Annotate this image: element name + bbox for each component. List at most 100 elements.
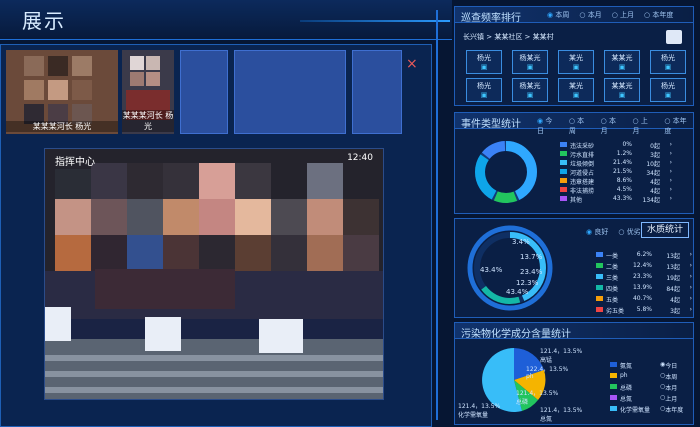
water-count: 4起 xyxy=(670,297,680,304)
empty-video-slot-1[interactable] xyxy=(180,50,228,134)
event-row-7[interactable]: 其他 43.3% 134起 › xyxy=(560,195,672,204)
camera-icon: ▣ xyxy=(664,91,672,99)
header-decoration xyxy=(300,20,450,22)
chevron-right-icon: › xyxy=(669,141,672,148)
empty-video-slot-3[interactable] xyxy=(352,50,402,134)
camera-button-2[interactable]: 杨某光 ▣ xyxy=(512,50,548,74)
camera-button-8[interactable]: 某光 ▣ xyxy=(558,78,594,102)
camera-button-6[interactable]: 杨光 ▣ xyxy=(466,78,502,102)
camera-button-10[interactable]: 杨光 ▣ xyxy=(650,78,686,102)
water-radio-0[interactable]: 良好 xyxy=(586,227,608,237)
water-quality-button[interactable]: 水质统计 xyxy=(641,222,689,238)
legend-swatch xyxy=(596,285,603,290)
water-radio-1[interactable]: 优劣 xyxy=(618,227,641,237)
event-row-5[interactable]: 违章搭建 8.6% 4起 › xyxy=(560,177,672,186)
chevron-right-icon: › xyxy=(669,159,672,166)
camera-1-name: 杨光 xyxy=(477,54,491,62)
ring-label-2: 13.7% xyxy=(520,253,543,261)
pollutant-legend-5[interactable]: 化学需氧量 ○ 本年度 xyxy=(610,405,683,414)
event-name: 违章搭建 xyxy=(570,179,595,186)
events-tab-1[interactable]: 本周 xyxy=(569,116,591,136)
ring-label-5: 43.4% xyxy=(480,266,503,274)
legend-swatch xyxy=(596,274,603,279)
legend-swatch xyxy=(560,187,567,192)
camera-icon: ▣ xyxy=(618,91,626,99)
events-tab-0[interactable]: 今日 xyxy=(537,116,559,136)
pollutant-radio-label: 今日 xyxy=(665,363,678,370)
pie-value: 121.4，13.5% xyxy=(458,403,501,410)
pollutant-name: 总磷 xyxy=(620,385,633,392)
pollutant-name: 氨氮 xyxy=(620,363,633,370)
water-row-5[interactable]: 五类 40.7% 4起 › xyxy=(596,295,692,304)
legend-swatch xyxy=(560,196,567,201)
legend-swatch xyxy=(560,160,567,165)
camera-button-9[interactable]: 某某光 ▣ xyxy=(604,78,640,102)
water-row-6[interactable]: 劣五类 5.8% 3起 › xyxy=(596,306,692,315)
event-count: 4起 xyxy=(650,188,660,195)
event-row-1[interactable]: 违法采砂 0% 0起 › xyxy=(560,141,672,150)
camera-icon: ▣ xyxy=(526,91,534,99)
events-tab-3[interactable]: 上月 xyxy=(632,116,654,136)
event-row-4[interactable]: 河道侵占 21.5% 34起 › xyxy=(560,168,672,177)
pollutant-legend-4[interactable]: 总氮 ○ 上月 xyxy=(610,394,677,403)
pollutant-radio-label: 本月 xyxy=(665,385,678,392)
water-class: 四类 xyxy=(606,286,619,293)
water-class: 一类 xyxy=(606,253,619,260)
camera-button-1[interactable]: 杨光 ▣ xyxy=(466,50,502,74)
pollutant-name: ph xyxy=(620,372,628,379)
video-thumbnail-1[interactable]: 某某某河长 杨光 xyxy=(6,50,118,134)
event-pct: 1.2% xyxy=(616,150,632,157)
main-video-player[interactable]: 指挥中心 12:40 xyxy=(44,148,384,400)
top-header: 展示 xyxy=(0,0,452,40)
camera-icon: ▣ xyxy=(526,63,534,71)
water-row-1[interactable]: 一类 6.2% 13起 › xyxy=(596,251,692,260)
ring-label-3: 23.4% xyxy=(520,268,543,276)
event-name: 河道侵占 xyxy=(570,170,595,177)
event-row-2[interactable]: 污水直排 1.2% 3起 › xyxy=(560,150,672,159)
legend-swatch xyxy=(610,395,617,400)
events-tab-4[interactable]: 本年度 xyxy=(664,116,693,136)
patrol-tab-1[interactable]: 本月 xyxy=(579,10,602,20)
event-row-3[interactable]: 垃圾倾倒 21.4% 10起 › xyxy=(560,159,672,168)
video-thumbnail-2[interactable]: 某某某河长 杨光 xyxy=(122,50,174,134)
events-tab-2[interactable]: 本月 xyxy=(601,116,623,136)
empty-video-slot-2[interactable] xyxy=(234,50,346,134)
pollutant-legend-2[interactable]: ph ○ 本周 xyxy=(610,372,677,381)
water-row-2[interactable]: 二类 12.4% 13起 › xyxy=(596,262,692,271)
pollutant-radio-label: 本年度 xyxy=(665,407,684,414)
legend-swatch xyxy=(610,373,617,378)
event-count: 10起 xyxy=(646,161,660,168)
thumbnail-2-label: 某某某河长 杨光 xyxy=(122,110,174,132)
event-count: 134起 xyxy=(642,197,660,204)
pollutant-legend-3[interactable]: 总磷 ○ 本月 xyxy=(610,383,677,392)
water-row-4[interactable]: 四类 13.9% 84起 › xyxy=(596,284,692,293)
water-count: 13起 xyxy=(666,264,680,271)
thumbnail-1-label: 某某某河长 杨光 xyxy=(6,121,118,132)
water-count: 3起 xyxy=(670,308,680,315)
pollutant-legend-1[interactable]: 氨氮 ◉ 今日 xyxy=(610,361,677,370)
water-pct: 12.4% xyxy=(632,262,652,269)
patrol-tab-3[interactable]: 本年度 xyxy=(644,10,673,20)
pollutant-radio-label: 本周 xyxy=(665,374,678,381)
event-pct: 0% xyxy=(622,141,632,148)
water-row-3[interactable]: 三类 23.3% 19起 › xyxy=(596,273,692,282)
events-title: 事件类型统计 xyxy=(461,119,521,130)
event-type-donut xyxy=(475,141,537,203)
event-row-6[interactable]: 非法捕捞 4.5% 4起 › xyxy=(560,186,672,195)
camera-icon: ▣ xyxy=(572,63,580,71)
camera-button-5[interactable]: 杨光 ▣ xyxy=(650,50,686,74)
camera-icon: ▣ xyxy=(572,91,580,99)
camera-8-name: 某光 xyxy=(569,82,583,90)
camera-button-4[interactable]: 某某光 ▣ xyxy=(604,50,640,74)
chevron-right-icon: › xyxy=(669,186,672,193)
camera-button-7[interactable]: 杨某光 ▣ xyxy=(512,78,548,102)
close-icon[interactable]: × xyxy=(406,56,418,72)
user-icon[interactable] xyxy=(666,30,682,44)
patrol-tab-0[interactable]: 本周 xyxy=(547,10,569,20)
camera-button-3[interactable]: 某光 ▣ xyxy=(558,50,594,74)
water-class: 劣五类 xyxy=(606,308,625,315)
patrol-tab-2[interactable]: 上月 xyxy=(612,10,634,20)
pie-value: 121.4，13.5% xyxy=(540,348,583,355)
patrol-breadcrumb[interactable]: 长兴镇 > 某某社区 > 某某村 xyxy=(463,32,554,42)
pollutant-name: 总氮 xyxy=(620,396,633,403)
